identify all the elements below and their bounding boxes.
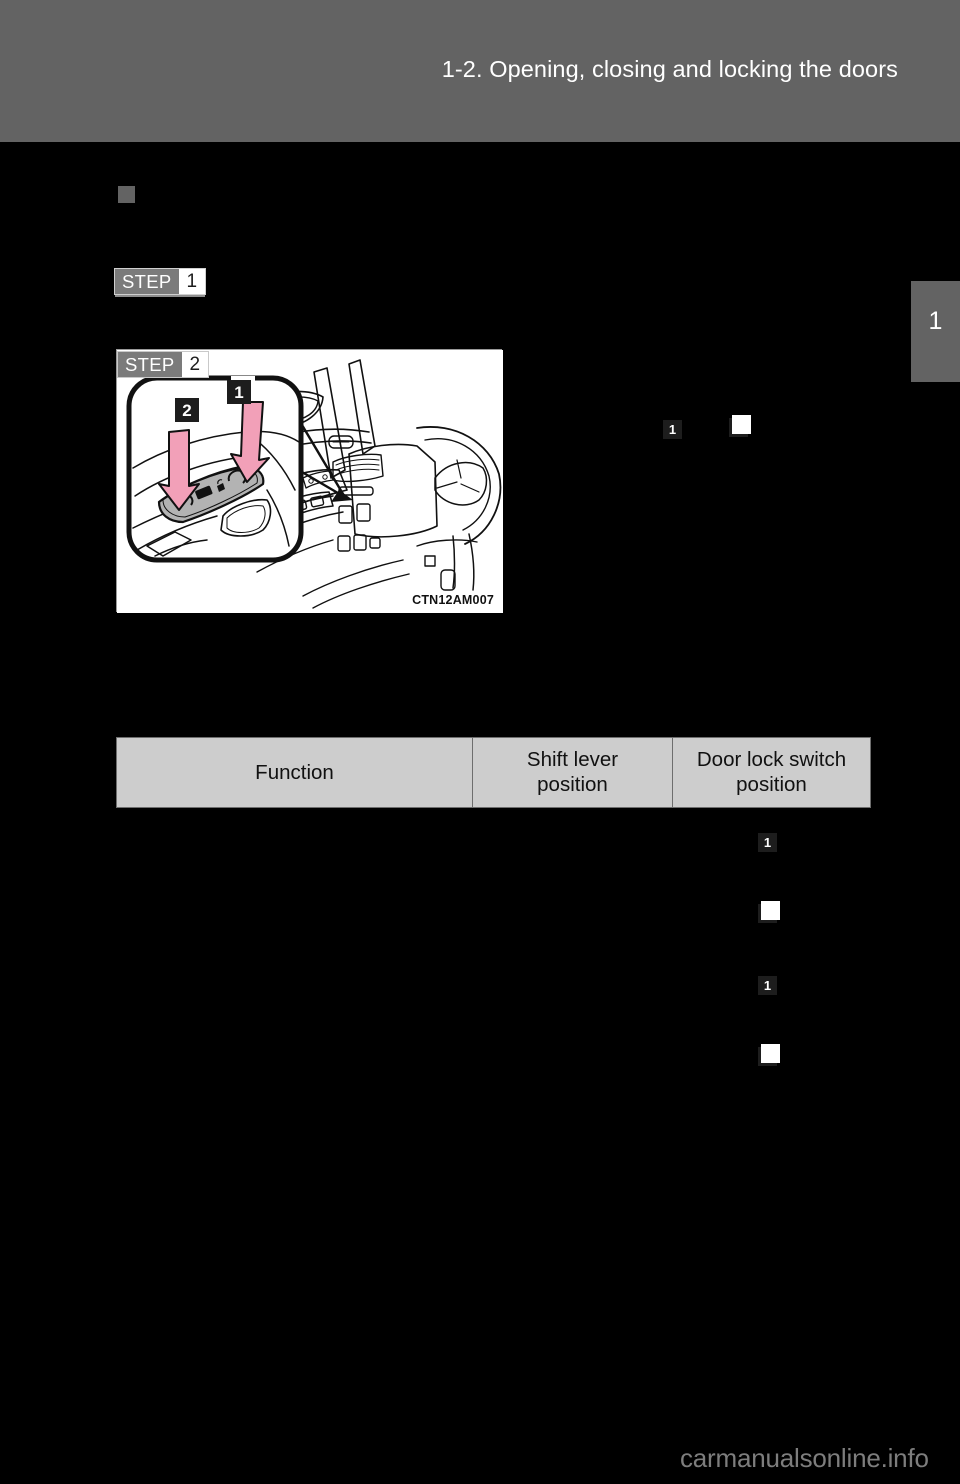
step-badge-1-number: 1: [178, 269, 206, 294]
inline-number-chip-2: 2: [729, 415, 751, 437]
door-lock-function-table: Function Shift lever position Door lock …: [116, 737, 871, 808]
table-cell-chip-2: 2: [758, 901, 780, 923]
chapter-tab: 1: [911, 281, 960, 382]
door-lock-switch-illustration: 1 2: [117, 350, 503, 613]
svg-text:1: 1: [234, 383, 243, 402]
table-header-function: Function: [116, 737, 473, 808]
table-header-door-lock-switch-position: Door lock switch position: [672, 737, 871, 808]
svg-text:2: 2: [182, 401, 191, 420]
table-cell-chip-4: 2: [758, 1044, 780, 1066]
footer-watermark: carmanualsonline.info: [680, 1443, 929, 1473]
table-header-door-lock-line2: position: [736, 773, 807, 796]
section-bullet-square: [118, 186, 135, 203]
table-header-shift-lever-line1: Shift lever: [526, 748, 619, 771]
step-badge-1: STEP 1: [114, 268, 207, 297]
inline-number-chip-1: 1: [663, 420, 682, 439]
table-cell-chip-1: 1: [758, 833, 777, 852]
step-badge-2: STEP 2: [117, 351, 210, 378]
page-title: 1-2. Opening, closing and locking the do…: [441, 56, 898, 82]
table-header-row: Function Shift lever position Door lock …: [116, 737, 871, 808]
table-header-shift-lever-line2: position: [537, 773, 608, 796]
step-badge-2-word: STEP: [118, 352, 182, 377]
illustration-panel: 1 2 CTN12AM007: [116, 349, 503, 613]
table-header-door-lock-line1: Door lock switch: [696, 748, 847, 771]
step-badge-2-number: 2: [181, 352, 209, 377]
table-cell-chip-3: 1: [758, 976, 777, 995]
chapter-tab-number: 1: [928, 307, 943, 335]
illustration-code: CTN12AM007: [412, 593, 494, 607]
step-badge-1-word: STEP: [115, 269, 179, 294]
table-header-shift-lever-position: Shift lever position: [472, 737, 673, 808]
